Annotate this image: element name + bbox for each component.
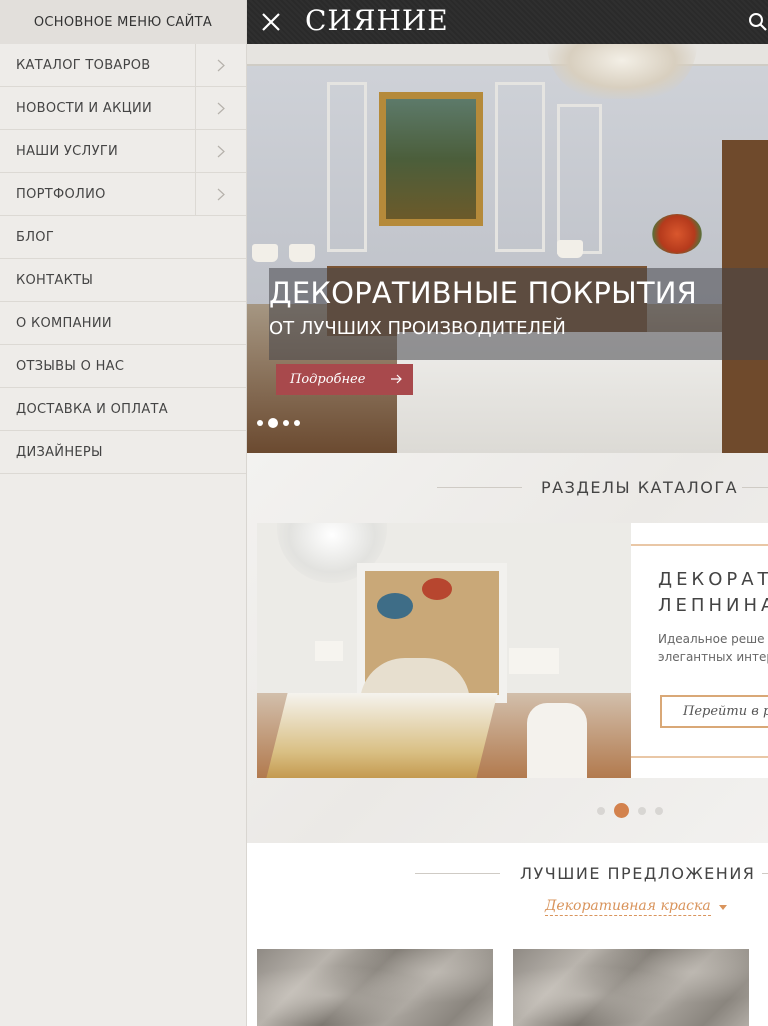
catalog-card: ДЕКОРАТ ЛЕПНИНА Идеальное реше элегантны… (631, 523, 768, 778)
sidebar-item-reviews[interactable]: ОТЗЫВЫ О НАС (0, 345, 246, 388)
catalog-pagination (597, 803, 663, 818)
sidebar-item-designers[interactable]: ДИЗАЙНЕРЫ (0, 431, 246, 474)
site-logo[interactable]: СИЯНИЕ (305, 4, 449, 37)
sidebar-item-catalog[interactable]: КАТАЛОГ ТОВАРОВ (0, 44, 246, 87)
sidebar-item-label: О КОМПАНИИ (16, 315, 112, 331)
slider-dot[interactable] (294, 420, 300, 426)
top-header: СИЯНИЕ (247, 0, 768, 44)
sidebar-item-contacts[interactable]: КОНТАКТЫ (0, 259, 246, 302)
product-card-image[interactable] (513, 949, 749, 1026)
sidebar-item-portfolio[interactable]: ПОРТФОЛИО (0, 173, 246, 216)
chevron-right-icon[interactable] (195, 87, 246, 129)
catalog-image[interactable] (257, 523, 631, 778)
hero-subtitle: ОТ ЛУЧШИХ ПРОИЗВОДИТЕЛЕЙ (269, 318, 566, 339)
sidebar-item-label: ОТЗЫВЫ О НАС (16, 358, 125, 374)
sidebar-title: ОСНОВНОЕ МЕНЮ САЙТА (0, 0, 246, 44)
hero-slider: ДЕКОРАТИВНЫЕ ПОКРЫТИЯ ОТ ЛУЧШИХ ПРОИЗВОД… (247, 44, 768, 453)
sidebar-item-label: ПОРТФОЛИО (16, 186, 106, 202)
hero-caption: ДЕКОРАТИВНЫЕ ПОКРЫТИЯ ОТ ЛУЧШИХ ПРОИЗВОД… (269, 268, 768, 360)
sidebar-item-label: КОНТАКТЫ (16, 272, 94, 288)
slider-dots (257, 418, 300, 428)
catalog-section-title: РАЗДЕЛЫ КАТАЛОГА (541, 478, 739, 497)
pagination-dot[interactable] (597, 806, 605, 815)
sidebar-item-blog[interactable]: БЛОГ (0, 216, 246, 259)
catalog-card-title: ДЕКОРАТ ЛЕПНИНА (658, 569, 768, 616)
sidebar-item-news[interactable]: НОВОСТИ И АКЦИИ (0, 87, 246, 130)
chevron-right-icon[interactable] (195, 44, 246, 86)
more-button-label: Подробнее (290, 372, 366, 387)
catalog-card-description: Идеальное реше элегантных интер (658, 632, 768, 664)
sidebar-item-label: ДОСТАВКА И ОПЛАТА (16, 401, 168, 417)
chevron-right-icon[interactable] (195, 173, 246, 215)
sidebar-item-delivery[interactable]: ДОСТАВКА И ОПЛАТА (0, 388, 246, 431)
pagination-dot[interactable] (638, 806, 646, 815)
category-filter-dropdown[interactable]: Декоративная краска (545, 898, 727, 916)
painting (379, 92, 483, 226)
offers-section-title: ЛУЧШИЕ ПРЕДЛОЖЕНИЯ (520, 864, 756, 883)
sidebar-item-label: БЛОГ (16, 229, 55, 245)
close-icon[interactable] (257, 8, 285, 36)
slider-dot-active[interactable] (268, 418, 278, 428)
sidebar-item-label: КАТАЛОГ ТОВАРОВ (16, 57, 151, 73)
pagination-dot[interactable] (655, 806, 663, 815)
product-card-image[interactable] (257, 949, 493, 1026)
chevron-right-icon[interactable] (195, 130, 246, 172)
sidebar-item-label: ДИЗАЙНЕРЫ (16, 444, 103, 460)
caret-down-icon (718, 904, 727, 910)
slider-dot[interactable] (283, 420, 289, 426)
slider-dot[interactable] (257, 420, 263, 426)
go-to-section-label: Перейти в ра (683, 704, 768, 719)
category-filter-value: Декоративная краска (545, 898, 711, 916)
sidebar-item-services[interactable]: НАШИ УСЛУГИ (0, 130, 246, 173)
sidebar-item-about[interactable]: О КОМПАНИИ (0, 302, 246, 345)
pagination-dot-active[interactable] (614, 803, 629, 818)
go-to-section-button[interactable]: Перейти в ра (660, 695, 768, 728)
arrow-right-icon (391, 374, 402, 384)
sidebar-menu: ОСНОВНОЕ МЕНЮ САЙТА КАТАЛОГ ТОВАРОВ НОВО… (0, 0, 247, 1026)
more-button[interactable]: Подробнее (276, 364, 413, 395)
sidebar-item-label: НАШИ УСЛУГИ (16, 143, 119, 159)
search-icon[interactable] (748, 12, 768, 32)
sidebar-item-label: НОВОСТИ И АКЦИИ (16, 100, 153, 116)
hero-title: ДЕКОРАТИВНЫЕ ПОКРЫТИЯ (269, 276, 698, 310)
